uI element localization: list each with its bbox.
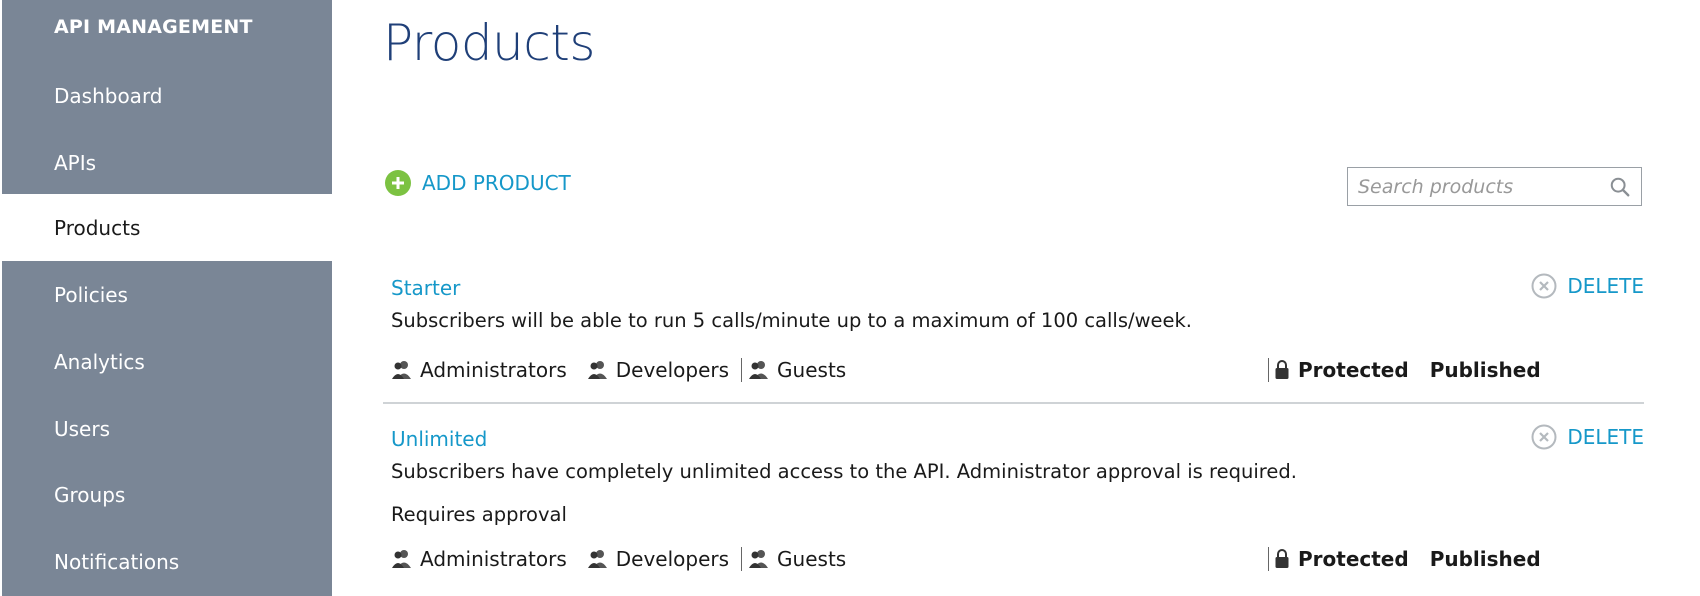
product-description: Subscribers have completely unlimited ac… <box>391 460 1297 483</box>
group-label: Administrators <box>420 358 567 382</box>
separator <box>741 547 743 571</box>
users-icon <box>749 550 769 568</box>
search-box <box>1347 167 1642 206</box>
app-brand: API MANAGEMENT <box>54 16 253 38</box>
separator <box>1268 358 1269 382</box>
add-product-button[interactable]: ADD PRODUCT <box>385 168 571 198</box>
group-developers: Developers <box>587 358 729 382</box>
users-icon <box>587 550 607 568</box>
group-label: Developers <box>615 358 730 382</box>
lock-icon <box>1275 549 1289 568</box>
product-item: Starter DELETE Subscribers will be able … <box>383 273 1644 396</box>
plus-circle-icon <box>385 170 411 196</box>
protected-label: Protected <box>1298 547 1409 571</box>
sidebar-item-apis[interactable]: APIs <box>2 129 332 196</box>
separator <box>741 358 743 382</box>
sidebar-item-label: Groups <box>54 482 126 507</box>
users-icon <box>392 550 411 568</box>
delete-label: DELETE <box>1567 274 1644 298</box>
group-label: Developers <box>615 547 730 571</box>
sidebar-item-products[interactable]: Products <box>2 194 332 261</box>
published-label: Published <box>1429 547 1541 571</box>
lock-icon <box>1275 360 1289 379</box>
users-icon <box>749 361 769 379</box>
group-developers: Developers <box>587 547 729 571</box>
product-flags: Protected Published <box>1268 358 1541 382</box>
product-flags: Protected Published <box>1268 547 1541 571</box>
close-circle-icon <box>1531 424 1557 450</box>
separator <box>1268 547 1269 571</box>
users-icon <box>392 361 411 379</box>
sidebar-item-analytics[interactable]: Analytics <box>2 328 332 395</box>
group-administrators: Administrators <box>391 358 567 382</box>
sidebar-item-dashboard[interactable]: Dashboard <box>2 62 332 129</box>
sidebar-item-label: Analytics <box>54 349 145 374</box>
users-icon <box>587 361 607 379</box>
product-description: Subscribers will be able to run 5 calls/… <box>391 309 1193 332</box>
product-groups: Administrators Developers Guests <box>391 358 866 382</box>
protected-label: Protected <box>1298 358 1409 382</box>
add-product-label: ADD PRODUCT <box>422 171 571 195</box>
product-name-link[interactable]: Starter <box>391 276 460 300</box>
sidebar-item-groups[interactable]: Groups <box>2 461 332 528</box>
sidebar-item-notifications[interactable]: Notifications <box>2 528 332 595</box>
product-name-link[interactable]: Unlimited <box>391 427 487 451</box>
product-groups: Administrators Developers Guests <box>391 547 866 571</box>
group-administrators: Administrators <box>391 547 567 571</box>
product-item: Unlimited DELETE Subscribers have comple… <box>383 424 1644 587</box>
group-label: Administrators <box>420 547 567 571</box>
sidebar: API MANAGEMENT Dashboard APIs Products P… <box>2 0 332 596</box>
delete-label: DELETE <box>1567 425 1644 449</box>
search-input[interactable] <box>1356 172 1600 202</box>
sidebar-item-label: Products <box>54 215 141 240</box>
page-title: Products <box>383 14 595 72</box>
close-circle-icon <box>1531 273 1557 299</box>
group-label: Guests <box>777 547 847 571</box>
sidebar-item-policies[interactable]: Policies <box>2 261 332 328</box>
sidebar-item-label: Notifications <box>54 549 180 574</box>
approval-text: Requires approval <box>391 503 567 526</box>
sidebar-item-label: Policies <box>54 282 128 307</box>
sidebar-item-label: APIs <box>54 150 97 175</box>
group-guests: Guests <box>748 358 846 382</box>
sidebar-item-label: Dashboard <box>54 83 163 108</box>
search-icon[interactable] <box>1609 176 1631 198</box>
divider <box>383 402 1644 404</box>
group-guests: Guests <box>748 547 846 571</box>
sidebar-item-users[interactable]: Users <box>2 395 332 462</box>
published-label: Published <box>1429 358 1541 382</box>
delete-button[interactable]: DELETE <box>1531 273 1644 299</box>
sidebar-item-label: Users <box>54 416 111 441</box>
group-label: Guests <box>777 358 847 382</box>
delete-button[interactable]: DELETE <box>1531 424 1644 450</box>
